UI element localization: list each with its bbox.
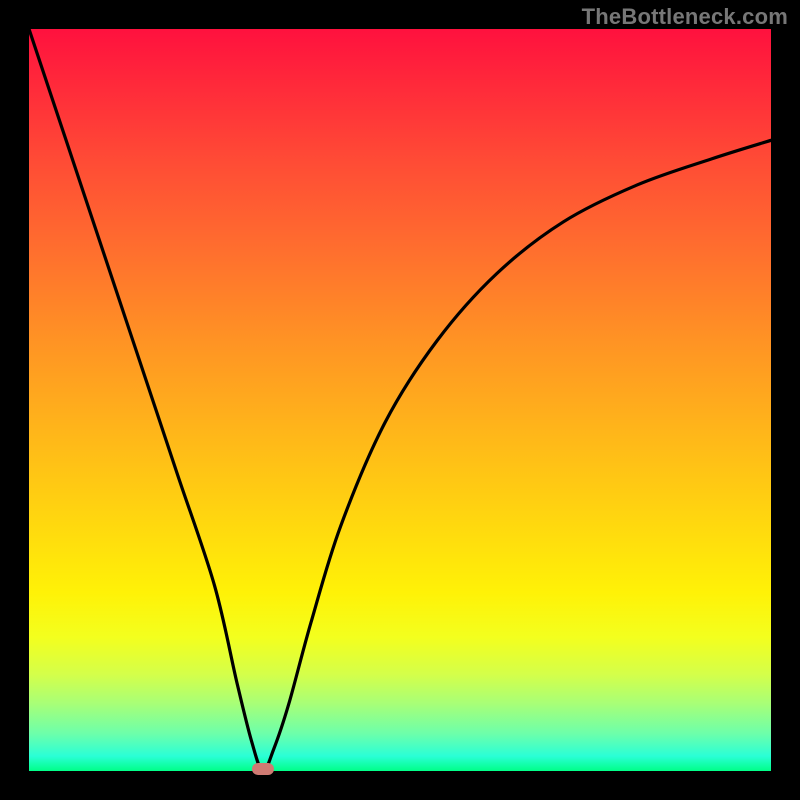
watermark-text: TheBottleneck.com (582, 4, 788, 30)
plot-area (29, 29, 771, 771)
curve-svg (29, 29, 771, 771)
optimum-marker (252, 763, 274, 775)
chart-frame: TheBottleneck.com (0, 0, 800, 800)
curve-line (29, 29, 771, 771)
